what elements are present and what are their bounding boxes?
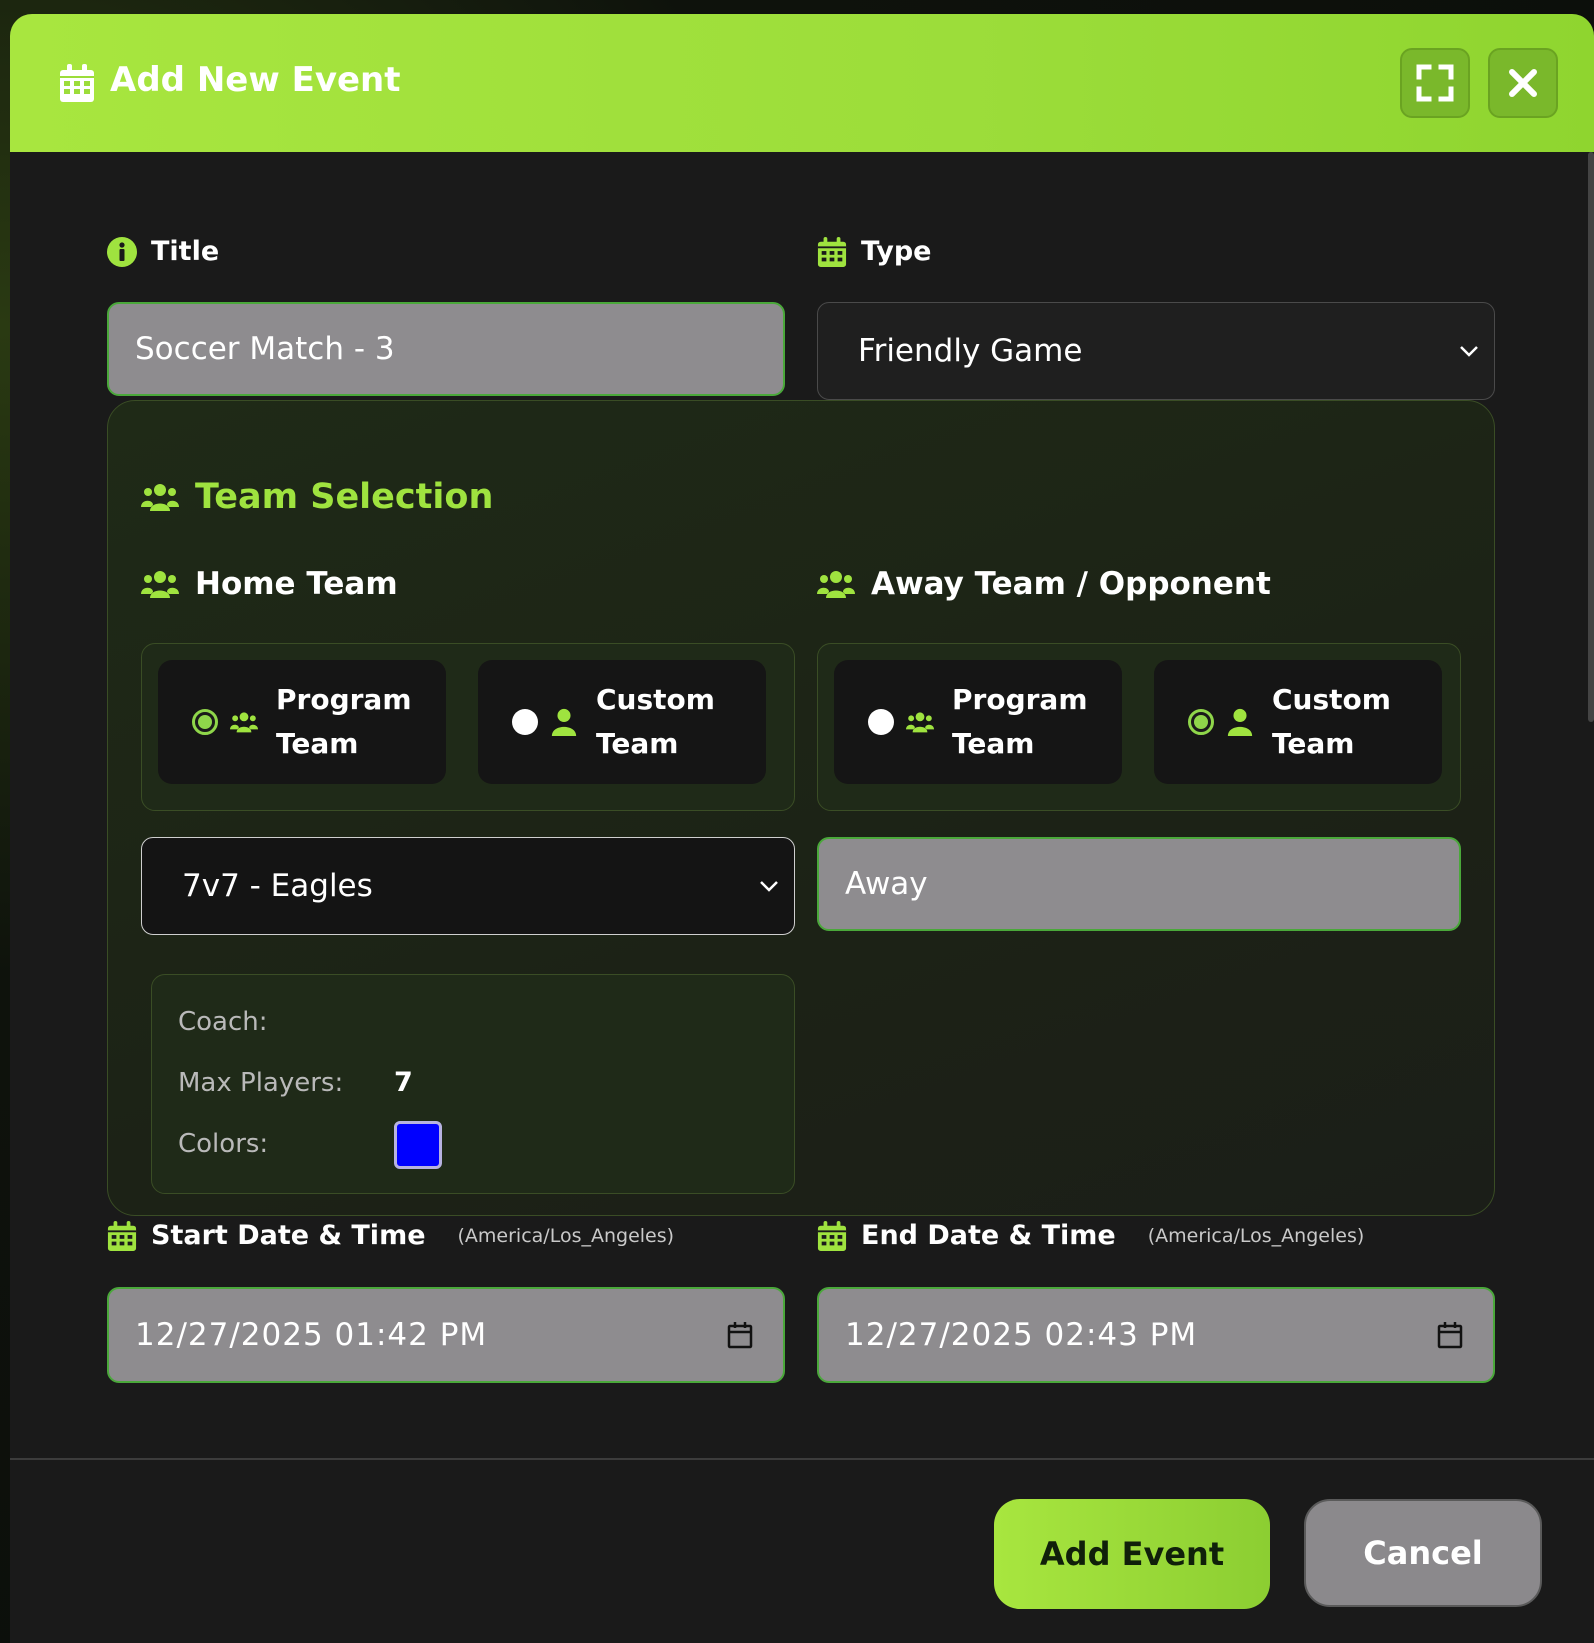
close-icon (1509, 69, 1537, 97)
type-label: Type (817, 236, 931, 267)
max-players-label: Max Players: (178, 1068, 344, 1098)
away-custom-team-option[interactable]: Custom Team (1154, 660, 1442, 784)
users-icon (817, 571, 855, 598)
end-date-label: End Date & Time (America/Los_Angeles) (817, 1220, 1364, 1251)
expand-icon (1416, 64, 1454, 102)
away-team-heading: Away Team / Opponent (817, 566, 1271, 602)
option-label-line1: Custom (596, 683, 715, 716)
coach-label: Coach: (178, 1007, 268, 1037)
option-label-line2: Team (952, 727, 1035, 760)
start-datetime-input[interactable]: 12/27/2025 01:42 PM (107, 1287, 785, 1383)
option-label-line2: Team (1272, 727, 1355, 760)
option-label: Custom Team (1272, 678, 1392, 766)
end-datetime-value: 12/27/2025 02:43 PM (845, 1317, 1198, 1353)
title-input[interactable]: Soccer Match - 3 (107, 302, 785, 396)
type-select-value: Friendly Game (858, 333, 1083, 369)
calendar-icon (817, 236, 847, 267)
home-team-info: Coach: Max Players: 7 Colors: (151, 974, 795, 1194)
info-icon (107, 236, 137, 267)
end-datetime-input[interactable]: 12/27/2025 02:43 PM (817, 1287, 1495, 1383)
away-team-type-group: Program Team Custom Team (817, 643, 1461, 811)
type-label-text: Type (861, 236, 932, 267)
option-label-line2: Team (596, 727, 679, 760)
home-program-team-option[interactable]: Program Team (158, 660, 446, 784)
users-icon (230, 712, 258, 733)
users-icon (906, 712, 934, 733)
users-icon (141, 484, 179, 511)
modal-title: Add New Event (110, 60, 401, 100)
option-label-line1: Program (952, 683, 1088, 716)
user-icon (1227, 708, 1253, 736)
calendar-icon (107, 1220, 137, 1251)
start-date-label: Start Date & Time (America/Los_Angeles) (107, 1220, 674, 1251)
users-icon (141, 571, 179, 598)
chevron-down-icon (1460, 346, 1478, 357)
away-team-title: Away Team / Opponent (871, 566, 1271, 602)
calendar-icon (817, 1220, 847, 1251)
option-label-line1: Custom (1272, 683, 1391, 716)
title-label: Title (107, 236, 219, 267)
home-team-select-value: 7v7 - Eagles (182, 868, 373, 904)
away-program-team-option[interactable]: Program Team (834, 660, 1122, 784)
user-icon (551, 708, 577, 736)
fullscreen-button[interactable] (1400, 48, 1470, 118)
home-team-type-group: Program Team Custom Team (141, 643, 795, 811)
radio-unselected[interactable] (868, 709, 894, 735)
cancel-button[interactable]: Cancel (1304, 1499, 1542, 1607)
end-date-label-text: End Date & Time (861, 1220, 1116, 1251)
add-event-button[interactable]: Add Event (994, 1499, 1270, 1609)
radio-unselected[interactable] (512, 709, 538, 735)
option-label: Program Team (276, 678, 412, 766)
team-color-swatch (394, 1121, 442, 1169)
option-label: Program Team (952, 678, 1088, 766)
start-date-label-text: Start Date & Time (151, 1220, 426, 1251)
option-label-line2: Team (276, 727, 359, 760)
option-label-line1: Program (276, 683, 412, 716)
start-timezone: (America/Los_Angeles) (457, 1224, 675, 1247)
colors-label: Colors: (178, 1129, 269, 1159)
start-datetime-value: 12/27/2025 01:42 PM (135, 1317, 488, 1353)
radio-selected[interactable] (1188, 709, 1214, 735)
scrollbar[interactable] (1588, 152, 1594, 722)
calendar-picker-icon[interactable] (727, 1321, 753, 1349)
radio-selected[interactable] (192, 709, 218, 735)
calendar-icon (60, 64, 94, 102)
home-custom-team-option[interactable]: Custom Team (478, 660, 766, 784)
title-label-text: Title (151, 236, 220, 267)
add-event-modal: Add New Event Title Soccer Match - 3 Typ… (10, 14, 1594, 1643)
close-button[interactable] (1488, 48, 1558, 118)
team-selection-heading: Team Selection (141, 477, 493, 517)
end-timezone: (America/Los_Angeles) (1147, 1224, 1365, 1247)
home-team-heading: Home Team (141, 566, 398, 602)
max-players-value: 7 (394, 1067, 413, 1098)
type-select[interactable]: Friendly Game (817, 302, 1495, 400)
footer-divider (10, 1458, 1594, 1460)
calendar-picker-icon[interactable] (1437, 1321, 1463, 1349)
away-team-name-input[interactable]: Away (817, 837, 1461, 931)
modal-header: Add New Event (10, 14, 1594, 152)
team-selection-title: Team Selection (195, 477, 494, 517)
option-label: Custom Team (596, 678, 716, 766)
home-team-title: Home Team (195, 566, 398, 602)
home-team-select[interactable]: 7v7 - Eagles (141, 837, 795, 935)
chevron-down-icon (760, 881, 778, 892)
